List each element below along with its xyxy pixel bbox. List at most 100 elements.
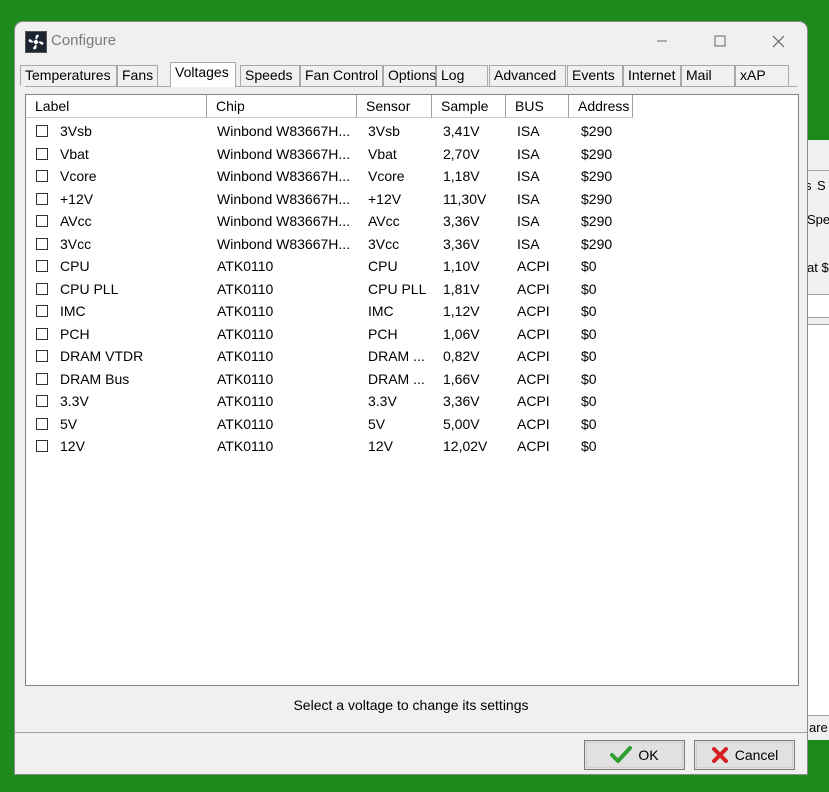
tab-mail[interactable]: Mail	[681, 65, 735, 86]
row-checkbox[interactable]	[36, 327, 48, 340]
cell-label: 12V	[60, 438, 85, 454]
background-window-fragment: Spe	[807, 212, 829, 227]
tab-advanced[interactable]: Advanced	[489, 65, 566, 86]
cell-address: $0	[581, 393, 597, 409]
table-row[interactable]: 12V ATK0110 12V 12,02V ACPI $0	[26, 435, 796, 457]
cell-bus: ISA	[517, 235, 540, 252]
voltages-list[interactable]: Label Chip Sensor Sample BUS Address 3Vsb Winb…	[25, 94, 799, 686]
cell-sample: 3,36V	[443, 235, 480, 252]
row-checkbox[interactable]	[36, 170, 48, 182]
row-checkbox[interactable]	[36, 417, 48, 430]
cell-bus: ACPI	[517, 303, 550, 319]
cell-chip: Winbond W83667H...	[217, 190, 351, 207]
cell-chip: Winbond W83667H...	[217, 123, 351, 139]
cell-chip: ATK0110	[217, 325, 274, 342]
cell-label: IMC	[60, 303, 86, 319]
cell-label: 3.3V	[60, 393, 89, 409]
cell-bus: ACPI	[517, 370, 550, 387]
table-row[interactable]: CPU PLL ATK0110 CPU PLL 1,81V ACPI $0	[26, 278, 796, 300]
tab-fans[interactable]: Fans	[117, 65, 158, 86]
cell-address: $290	[581, 123, 613, 139]
cell-label: Vbat	[60, 145, 89, 162]
cell-chip: ATK0110	[217, 415, 274, 432]
cell-sensor: 3Vcc	[368, 235, 400, 252]
background-window-tab-line	[807, 170, 829, 171]
cell-sample: 1,66V	[443, 370, 480, 387]
cell-chip: ATK0110	[217, 370, 274, 387]
cancel-button[interactable]: Cancel	[694, 740, 795, 770]
tab-speeds[interactable]: Speeds	[240, 65, 300, 86]
cell-address: $0	[581, 415, 597, 432]
column-header-bus[interactable]: BUS	[506, 95, 569, 118]
tab-events[interactable]: Events	[567, 65, 623, 86]
cell-sample: 1,18V	[443, 168, 480, 184]
row-checkbox[interactable]	[36, 305, 48, 317]
maximize-button[interactable]	[691, 22, 749, 60]
table-row[interactable]: 3Vsb Winbond W83667H... 3Vsb 3,41V ISA $290	[26, 120, 796, 142]
cell-sensor: +12V	[368, 190, 402, 207]
tab-voltages[interactable]: Voltages	[170, 62, 236, 87]
tab-fan-control[interactable]: Fan Control	[300, 65, 383, 86]
row-checkbox[interactable]	[36, 372, 48, 385]
row-checkbox[interactable]	[36, 147, 48, 160]
table-row[interactable]: CPU ATK0110 CPU 1,10V ACPI $0	[26, 255, 796, 277]
table-row[interactable]: 3.3V ATK0110 3.3V 3,36V ACPI $0	[26, 390, 796, 412]
cell-label: DRAM VTDR	[60, 348, 144, 364]
close-button[interactable]	[749, 22, 807, 60]
cell-address: $0	[581, 438, 597, 454]
ok-button[interactable]: OK	[584, 740, 685, 770]
table-row[interactable]: Vbat Winbond W83667H... Vbat 2,70V ISA $290	[26, 143, 796, 165]
row-checkbox[interactable]	[36, 260, 48, 272]
cell-chip: ATK0110	[217, 438, 274, 454]
row-checkbox[interactable]	[36, 395, 48, 407]
table-row[interactable]: Vcore Winbond W83667H... Vcore 1,18V ISA $290	[26, 165, 796, 187]
row-checkbox[interactable]	[36, 125, 48, 137]
cell-label: +12V	[60, 190, 94, 207]
background-window-fragment: S	[817, 178, 826, 193]
tab-options[interactable]: Options	[383, 65, 436, 86]
title-bar[interactable]: Configure	[15, 22, 807, 60]
cell-bus: ACPI	[517, 438, 550, 454]
table-row[interactable]: DRAM Bus ATK0110 DRAM ... 1,66V ACPI $0	[26, 368, 796, 390]
cell-sensor: 3.3V	[368, 393, 397, 409]
tab-xap[interactable]: xAP	[735, 65, 789, 86]
cell-sensor: Vcore	[368, 168, 405, 184]
cell-label: AVcc	[60, 213, 92, 229]
row-checkbox[interactable]	[36, 237, 48, 250]
cell-chip: Winbond W83667H...	[217, 145, 351, 162]
cell-chip: Winbond W83667H...	[217, 235, 351, 252]
table-row[interactable]: 3Vcc Winbond W83667H... 3Vcc 3,36V ISA $290	[26, 233, 796, 255]
ok-button-label: OK	[638, 747, 659, 763]
minimize-button[interactable]	[633, 22, 691, 60]
table-row[interactable]: AVcc Winbond W83667H... AVcc 3,36V ISA $290	[26, 210, 796, 232]
column-header-chip[interactable]: Chip	[207, 95, 357, 118]
cell-sensor: CPU	[368, 258, 398, 274]
cell-address: $0	[581, 303, 597, 319]
column-header-sensor[interactable]: Sensor	[357, 95, 432, 118]
cell-address: $0	[581, 280, 597, 297]
table-row[interactable]: DRAM VTDR ATK0110 DRAM ... 0,82V ACPI $0	[26, 345, 796, 367]
cell-address: $0	[581, 258, 597, 274]
tab-internet[interactable]: Internet	[623, 65, 681, 86]
cancel-button-label: Cancel	[734, 747, 779, 763]
row-checkbox[interactable]	[36, 440, 48, 452]
column-header-sample[interactable]: Sample	[432, 95, 506, 118]
cell-sample: 3,41V	[443, 123, 480, 139]
tab-temperatures[interactable]: Temperatures	[20, 65, 117, 86]
cell-chip: ATK0110	[217, 258, 274, 274]
cell-address: $290	[581, 190, 613, 207]
row-checkbox[interactable]	[36, 215, 48, 227]
table-row[interactable]: IMC ATK0110 IMC 1,12V ACPI $0	[26, 300, 796, 322]
row-checkbox[interactable]	[36, 192, 48, 205]
column-header-label[interactable]: Label	[26, 95, 207, 118]
column-header-address[interactable]: Address	[569, 95, 633, 118]
table-row[interactable]: PCH ATK0110 PCH 1,06V ACPI $0	[26, 323, 796, 345]
row-checkbox[interactable]	[36, 350, 48, 362]
cell-bus: ACPI	[517, 348, 550, 364]
row-checkbox[interactable]	[36, 282, 48, 295]
tab-log[interactable]: Log	[436, 65, 488, 86]
cell-bus: ISA	[517, 145, 540, 162]
table-row[interactable]: +12V Winbond W83667H... +12V 11,30V ISA $290	[26, 188, 796, 210]
table-row[interactable]: 5V ATK0110 5V 5,00V ACPI $0	[26, 413, 796, 435]
tab-divider	[25, 86, 797, 87]
